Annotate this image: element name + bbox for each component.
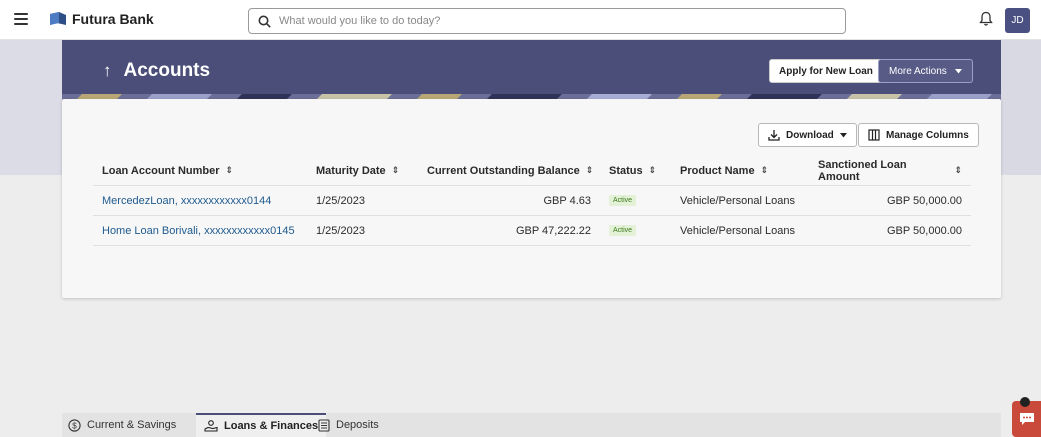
status-cell: Active — [609, 186, 637, 215]
column-header[interactable]: Maturity Date ⇕ — [316, 156, 399, 185]
account-link[interactable]: MercedezLoan, xxxxxxxxxxxx0144 — [102, 186, 271, 215]
tab-deposits[interactable]: Deposits — [318, 413, 379, 437]
chevron-down-icon — [954, 68, 962, 73]
search-input[interactable] — [279, 15, 819, 27]
page-title-text: Accounts — [123, 60, 211, 81]
tab-label: Loans & Finances — [224, 420, 319, 432]
status-badge: Active — [609, 225, 637, 236]
maturity-date: 1/25/2023 — [316, 224, 365, 237]
loan-accounts-table: Loan Account Number ⇕ Maturity Date ⇕ Curr… — [93, 156, 971, 246]
chevron-down-icon — [839, 132, 847, 137]
column-header[interactable]: Sanctioned Loan Amount ⇕ — [818, 156, 962, 185]
account-link[interactable]: Home Loan Borivali, xxxxxxxxxxxx0145 — [102, 216, 295, 245]
manage-columns-button[interactable]: Manage Columns — [858, 123, 979, 147]
more-actions-label: More Actions — [889, 65, 947, 77]
table-row: MercedezLoan, xxxxxxxxxxxx0144 1/25/2023… — [93, 186, 971, 216]
sort-icon[interactable]: ⇕ — [226, 165, 234, 176]
accounts-card: Download Manage Columns Loan Account Num… — [62, 99, 1001, 298]
manage-columns-label: Manage Columns — [886, 129, 969, 141]
table-header-row: Loan Account Number ⇕ Maturity Date ⇕ Curr… — [93, 156, 971, 186]
page-title: ↑ Accounts — [103, 60, 210, 82]
notification-bell-icon[interactable] — [979, 11, 993, 27]
tab-label: Current & Savings — [87, 419, 177, 431]
sanctioned-amount: GBP 50,000.00 — [886, 224, 962, 237]
search-icon — [258, 15, 271, 28]
product-name: Vehicle/Personal Loans — [680, 224, 795, 237]
banner-edge-left — [0, 40, 62, 175]
download-icon — [768, 130, 780, 141]
maturity-date: 1/25/2023 — [316, 194, 365, 207]
product-name: Vehicle/Personal Loans — [680, 194, 795, 207]
user-avatar[interactable]: JD — [1005, 8, 1030, 33]
outstanding-balance: GBP 4.63 — [543, 194, 592, 207]
search-bar[interactable] — [248, 8, 846, 34]
deposit-icon — [318, 418, 330, 432]
more-actions-button[interactable]: More Actions — [878, 59, 973, 83]
sort-icon[interactable]: ⇕ — [761, 165, 769, 176]
sort-icon[interactable]: ⇕ — [392, 165, 400, 176]
column-header[interactable]: Product Name ⇕ — [680, 156, 768, 185]
loan-hand-icon — [204, 419, 218, 432]
dollar-circle-icon: $ — [68, 418, 81, 432]
chat-icon — [1019, 413, 1034, 425]
brand[interactable]: Futura Bank — [50, 11, 154, 27]
column-header[interactable]: Loan Account Number ⇕ — [102, 156, 233, 185]
hamburger-menu-icon[interactable] — [14, 13, 28, 25]
tab-loans-finances[interactable]: Loans & Finances — [196, 413, 327, 437]
table-row: Home Loan Borivali, xxxxxxxxxxxx0145 1/2… — [93, 216, 971, 246]
svg-text:$: $ — [72, 421, 77, 430]
brand-name: Futura Bank — [72, 11, 154, 27]
chat-notification-dot — [1020, 397, 1030, 407]
banner-edge-right — [1001, 40, 1041, 175]
columns-icon — [868, 129, 880, 141]
status-badge: Active — [609, 195, 637, 206]
download-label: Download — [786, 129, 834, 141]
sanctioned-amount: GBP 50,000.00 — [886, 194, 962, 207]
tab-label: Deposits — [336, 419, 379, 431]
top-bar: Futura Bank JD — [0, 0, 1041, 40]
apply-for-new-loan-button[interactable]: Apply for New Loan — [769, 59, 883, 83]
back-arrow-icon[interactable]: ↑ — [103, 61, 112, 81]
status-cell: Active — [609, 216, 637, 245]
download-button[interactable]: Download — [758, 123, 857, 147]
column-header[interactable]: Current Outstanding Balance ⇕ — [427, 156, 597, 185]
sort-icon[interactable]: ⇕ — [586, 165, 594, 176]
account-type-tabs: $ Current & Savings Loans & Finances Dep… — [62, 413, 1001, 437]
sort-icon[interactable]: ⇕ — [649, 165, 657, 176]
outstanding-balance: GBP 47,222.22 — [515, 224, 591, 237]
column-header[interactable]: Status ⇕ — [609, 156, 656, 185]
bank-logo-icon — [50, 12, 66, 25]
sort-icon[interactable]: ⇕ — [954, 165, 962, 176]
tab-current-savings[interactable]: $ Current & Savings — [68, 413, 176, 437]
